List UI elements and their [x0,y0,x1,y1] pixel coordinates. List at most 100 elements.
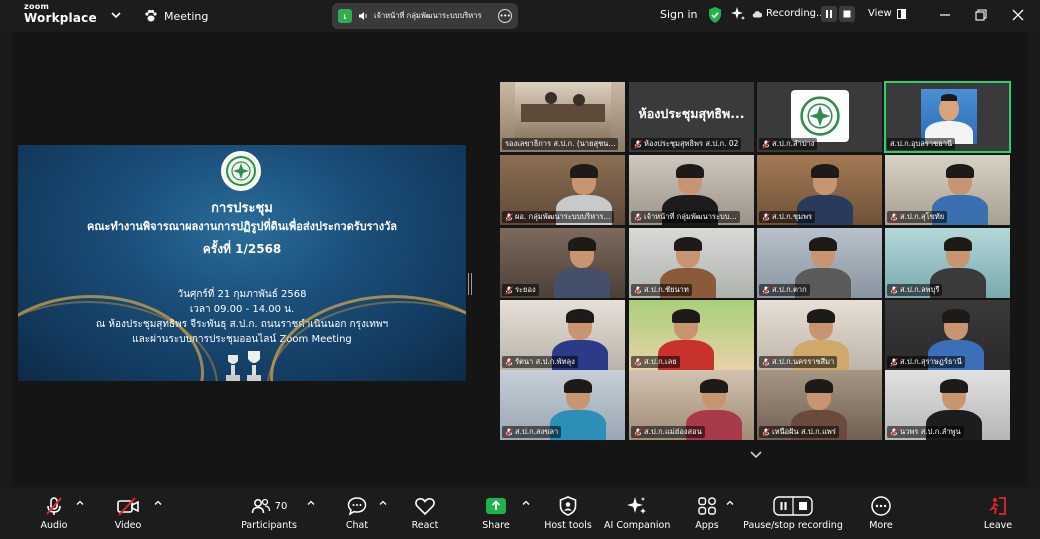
participant-tile[interactable]: ห้องประชุมสุทธิพ... ห้องประชุมสุทธิพร ส.ป… [629,82,754,152]
participant-tile[interactable]: ส.ป.ก.สุโขทัย [885,155,1010,225]
apps-caret-icon[interactable] [726,499,734,507]
share-button[interactable]: Share [478,495,514,531]
leave-label: Leave [983,520,1013,531]
mic-muted-icon [505,212,513,222]
video-button[interactable]: Video [110,495,146,531]
stop-recording-button[interactable] [839,6,855,22]
participant-tile[interactable]: เหนือฝัน ส.ป.ก.แพร่ [757,370,882,440]
more-button[interactable]: More [864,495,898,531]
participant-name-tag: ส.ป.ก.นครราชสีมา [759,356,838,368]
ai-sparkle-icon[interactable] [730,6,746,22]
paw-icon [145,9,157,22]
participant-name-tag: ส.ป.ก.เลย [631,356,680,368]
participant-name: ส.ป.ก.อุบลราชธานี [890,139,953,148]
participant-hair [811,164,839,178]
shared-screen[interactable]: การประชุม คณะทำงานพิจารณาผลงานการปฏิรูปท… [18,145,466,381]
close-icon[interactable] [1011,8,1025,22]
host-shield-icon [559,496,577,516]
video-options-caret-icon[interactable] [154,499,162,507]
participant-name-tag: ส.ป.ก.ชัยนาท [631,284,692,296]
participant-name: ส.ป.ก.เลย [644,357,677,366]
ai-companion-button[interactable]: AI Companion [604,495,670,531]
leave-button[interactable]: Leave [980,495,1016,531]
participant-name: ห้องประชุมสุทธิพร ส.ป.ก. 02 [644,139,739,148]
pause-stop-recording-button[interactable]: Pause/stop recording [742,495,844,531]
participant-name-tag: ส.ป.ก.ลพบุรี [887,284,943,296]
participant-name: ส.ป.ก.ชัยนาท [644,285,689,294]
participant-tile[interactable]: ส.ป.ก.ชุมพร [757,155,882,225]
slide-date: วันศุกร์ที่ 21 กุมภาพันธ์ 2568 [177,289,307,300]
audio-options-caret-icon[interactable] [76,499,84,507]
participant-tile[interactable]: ส.ป.ก.นครราชสีมา [757,300,882,370]
active-speaker-pill[interactable]: เ เจ้าหน้าที่ กลุ่มพัฒนาระบบบริหาร ••• [332,3,518,29]
participant-tile[interactable]: รัตนา ส.ป.ก.พัทลุง [500,300,625,370]
participant-tile[interactable]: ส.ป.ก.สงขลา [500,370,625,440]
participant-name: ส.ป.ก.ลพบุรี [900,285,940,294]
mic-muted-icon [890,285,898,295]
pause-icon [826,10,832,18]
participant-tile[interactable]: เจ้าหน้าที่ กลุ่มพัฒนาระบบ... [629,155,754,225]
participant-tile[interactable]: รองเลขาธิการ ส.ป.ก. (นายสุชน... [500,82,625,152]
scroll-down-chevron-icon[interactable] [748,449,764,461]
slide-session: ครั้งที่ 1/2568 [202,242,282,256]
participant-name: ส.ป.ก.แม่ฮ่องสอน [644,427,702,436]
participant-tile[interactable]: ส.ป.ก.ชัยนาท [629,228,754,298]
share-screen-icon [486,498,506,514]
chat-button[interactable]: Chat [340,495,374,531]
shield-check-icon[interactable] [707,6,723,24]
mic-muted-icon [890,212,898,222]
minimize-icon[interactable] [938,8,952,22]
recording-controls-icon [773,496,813,516]
react-button[interactable]: React [407,495,443,531]
participant-tile[interactable]: ส.ป.ก.ตาก [757,228,882,298]
view-menu-button[interactable]: View [868,8,906,19]
participant-tile[interactable]: นวพร ส.ป.ก.ลำพูน [885,370,1010,440]
apps-button[interactable]: Apps [690,495,724,531]
pause-recording-button[interactable] [821,6,837,22]
mic-muted-icon [762,285,770,295]
participants-caret-icon[interactable] [307,499,315,507]
participants-button[interactable]: 70 Participants [238,495,300,531]
chat-caret-icon[interactable] [379,499,387,507]
participant-hair [805,379,833,393]
host-tools-label: Host tools [544,520,592,531]
participant-name-tag: ส.ป.ก.สุราษฎร์ธานี [887,356,965,368]
share-label: Share [482,520,510,531]
audio-button[interactable]: Audio [36,495,72,531]
participant-hair [568,237,596,251]
participant-tile[interactable]: ส.ป.ก.อุบลราชธานี [884,81,1011,153]
split-view-handle[interactable] [468,273,472,295]
chevron-down-icon[interactable] [110,9,122,21]
participant-tile[interactable]: ระยอง [500,228,625,298]
meeting-info-button[interactable]: Meeting [144,8,208,24]
restore-icon[interactable] [974,8,988,22]
meeting-label: Meeting [164,9,209,23]
mic-muted-icon [762,427,770,437]
participant-tile[interactable]: ส.ป.ก.แม่ฮ่องสอน [629,370,754,440]
participant-name-tag: ส.ป.ก.สงขลา [502,426,562,438]
more-dots-icon [871,496,891,516]
leave-icon [989,497,1006,515]
participant-name-tag: ส.ป.ก.แม่ฮ่องสอน [631,426,705,438]
share-caret-icon[interactable] [522,499,530,507]
participant-tile[interactable]: ส.ป.ก.สุราษฎร์ธานี [885,300,1010,370]
mic-muted-icon [505,427,513,437]
sign-in-link[interactable]: Sign in [660,8,698,21]
participant-tile[interactable]: ผอ. กลุ่มพัฒนาระบบบริหาร... [500,155,625,225]
mic-muted-icon [634,212,642,222]
more-options-icon[interactable]: ••• [498,9,512,23]
participant-hair [809,237,837,251]
participant-tile[interactable]: ส.ป.ก.ลพบุรี [885,228,1010,298]
participant-hair [564,379,592,393]
speaker-avatar: เ [338,9,352,23]
participant-tile[interactable]: ส.ป.ก.เลย [629,300,754,370]
participant-name-tag: ผอ. กลุ่มพัฒนาระบบบริหาร... [502,211,614,223]
slide-title: การประชุม [211,201,273,216]
participant-tile[interactable]: ส.ป.ก.ลำปาง [757,82,882,152]
host-tools-button[interactable]: Host tools [540,495,596,531]
participant-name-tag: ส.ป.ก.อุบลราชธานี [887,138,956,150]
participant-name: ส.ป.ก.สงขลา [515,427,559,436]
participant-name-tag: ส.ป.ก.สุโขทัย [887,211,948,223]
mic-muted-icon [762,212,770,222]
participants-icon [251,498,270,514]
